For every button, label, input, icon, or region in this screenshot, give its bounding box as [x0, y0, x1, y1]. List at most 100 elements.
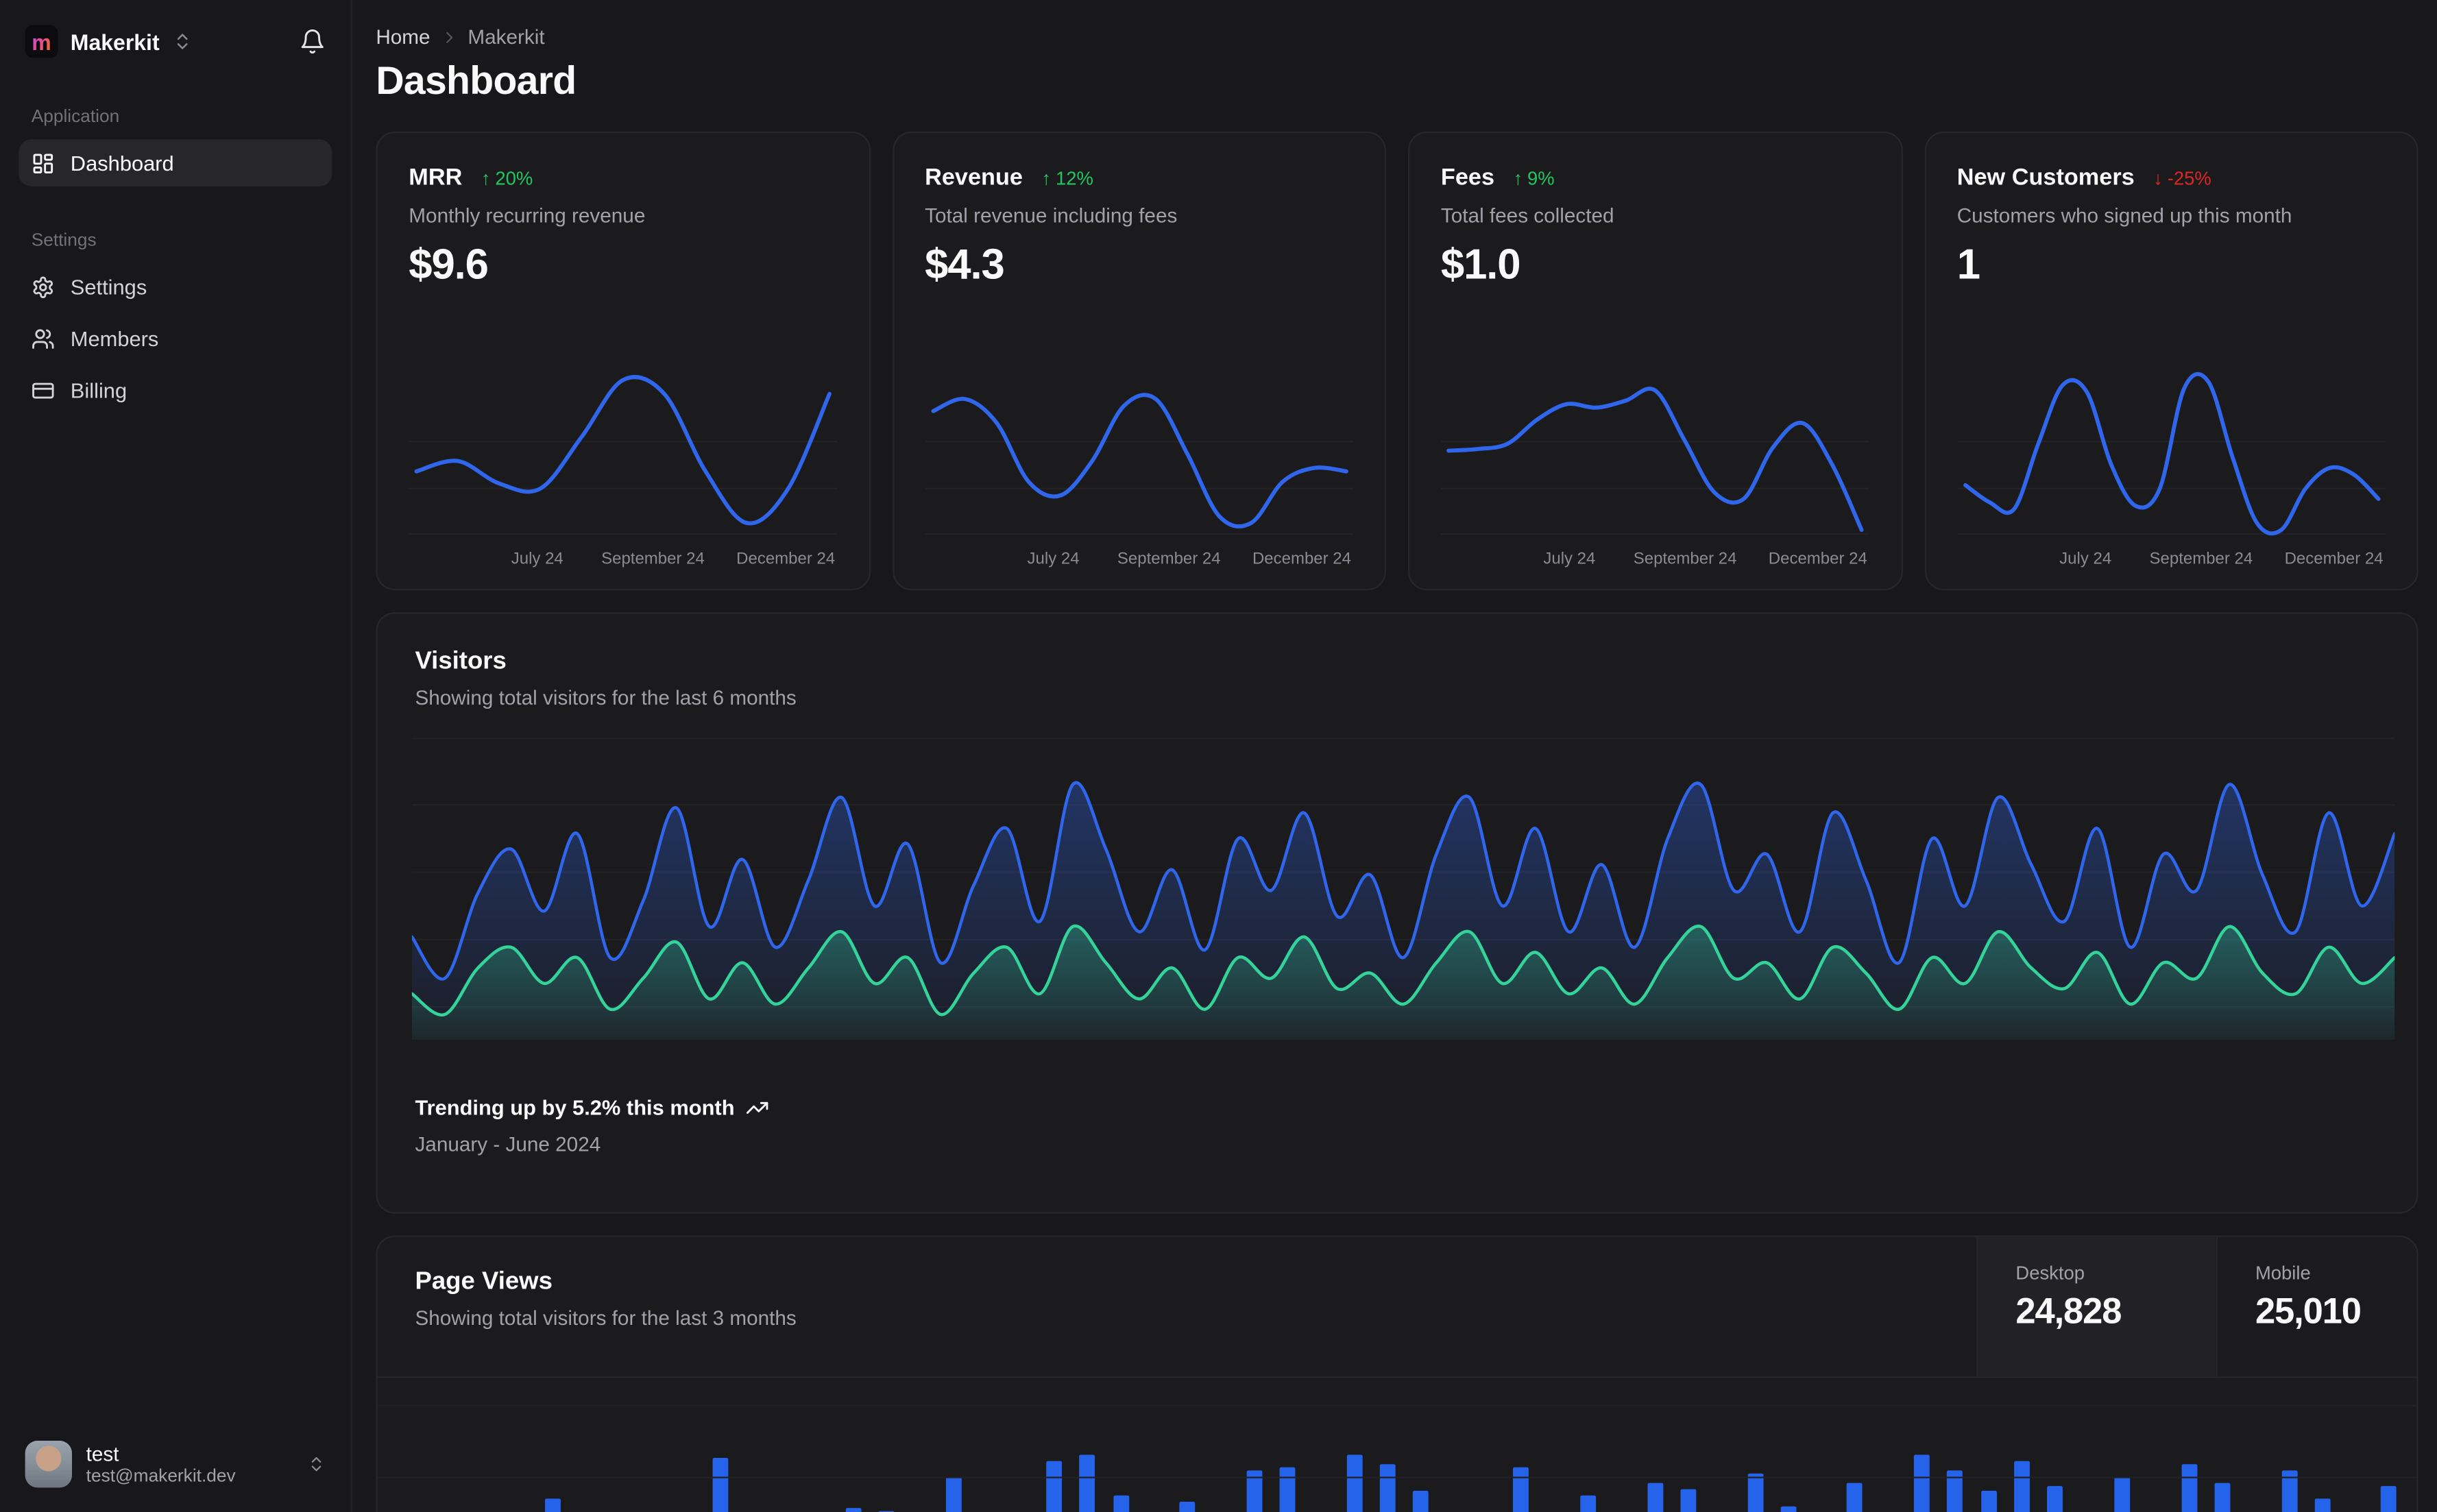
- bar: [1780, 1506, 1797, 1512]
- device-toggles: Desktop 24,828 Mobile 25,010: [1976, 1236, 2416, 1377]
- workspace-selector[interactable]: m Makerkit: [19, 16, 332, 67]
- bar: [1847, 1483, 1863, 1512]
- arrow-up-icon: ↑: [481, 167, 491, 189]
- breadcrumb-home-link[interactable]: Home: [376, 25, 430, 49]
- page-views-panel: Page Views Showing total visitors for th…: [376, 1235, 2418, 1512]
- toggle-desktop[interactable]: Desktop 24,828: [1976, 1236, 2216, 1377]
- x-axis-ticks: July 24 September 24 December 24: [1027, 549, 1351, 569]
- breadcrumb: Home Makerkit: [376, 25, 2418, 49]
- layout-dashboard-icon: [32, 151, 55, 174]
- sidebar-item-label: Members: [70, 326, 159, 350]
- sidebar: m Makerkit Application Dashboard Setting…: [0, 0, 353, 1512]
- card-title: Fees: [1440, 164, 1495, 191]
- chevrons-up-down-icon: [172, 32, 193, 52]
- bar: [2181, 1464, 2197, 1512]
- gear-icon: [32, 275, 55, 298]
- bar: [1980, 1491, 1997, 1512]
- bar: [1279, 1467, 1296, 1512]
- credit-card-icon: [32, 378, 55, 402]
- card-title: MRR: [409, 164, 463, 191]
- stat-cards-row: MRR ↑ 20% Monthly recurring revenue $9.6 …: [376, 131, 2418, 591]
- x-axis-ticks: July 24 September 24 December 24: [2059, 549, 2384, 569]
- users-icon: [32, 326, 55, 350]
- bar: [1346, 1454, 1363, 1512]
- trend-badge: ↓ -25%: [2153, 167, 2211, 189]
- x-axis-ticks: July 24 September 24 December 24: [511, 549, 836, 569]
- card-value: $4.3: [925, 241, 1005, 289]
- visitors-area-chart: [411, 737, 2395, 1040]
- visitors-title: Visitors: [415, 648, 507, 675]
- card-description: Monthly recurring revenue: [409, 204, 646, 228]
- toggle-mobile[interactable]: Mobile 25,010: [2216, 1236, 2416, 1377]
- user-email: test@makerkit.dev: [86, 1467, 236, 1487]
- bar: [712, 1458, 728, 1512]
- bar: [545, 1498, 561, 1512]
- visitors-panel: Visitors Showing total visitors for the …: [376, 612, 2418, 1214]
- chevrons-up-down-icon: [307, 1454, 326, 1473]
- page-views-title: Page Views: [415, 1268, 553, 1295]
- workspace-name: Makerkit: [70, 29, 160, 54]
- sidebar-section-application: Application: [31, 108, 120, 127]
- chevron-right-icon: [439, 27, 458, 46]
- bar: [1046, 1461, 1062, 1512]
- trend-badge: ↑ 9%: [1513, 167, 1555, 189]
- bar: [1079, 1454, 1095, 1512]
- user-name: test: [86, 1442, 119, 1466]
- sparkline-chart: July 24 September 24 December 24: [409, 356, 838, 576]
- arrow-up-icon: ↑: [1041, 167, 1052, 189]
- breadcrumb-current: Makerkit: [468, 25, 545, 49]
- sidebar-item-label: Settings: [70, 274, 147, 299]
- stat-card-fees: Fees ↑ 9% Total fees collected $1.0 July …: [1407, 131, 1902, 591]
- card-value: $1.0: [1440, 241, 1521, 289]
- bar: [2047, 1486, 2063, 1512]
- sidebar-item-billing[interactable]: Billing: [19, 367, 332, 414]
- notifications-bell-icon[interactable]: [299, 28, 326, 55]
- bar: [2114, 1476, 2131, 1512]
- bar: [1747, 1473, 1763, 1512]
- user-menu[interactable]: test test@makerkit.dev: [19, 1431, 332, 1497]
- bar: [2314, 1498, 2331, 1512]
- sparkline-chart: July 24 September 24 December 24: [1440, 356, 1869, 576]
- bar: [1379, 1464, 1396, 1512]
- trend-badge: ↑ 20%: [481, 167, 533, 189]
- arrow-down-icon: ↓: [2153, 167, 2163, 189]
- app-root: m Makerkit Application Dashboard Setting…: [0, 0, 2437, 1512]
- bar: [1179, 1502, 1196, 1512]
- trending-up-icon: [746, 1096, 769, 1119]
- bar: [1914, 1454, 1930, 1512]
- visitors-footer-text: Trending up by 5.2% this month: [415, 1096, 735, 1120]
- sidebar-item-members[interactable]: Members: [19, 315, 332, 362]
- bar: [1680, 1489, 1697, 1512]
- avatar: [25, 1440, 73, 1488]
- stat-card-mrr: MRR ↑ 20% Monthly recurring revenue $9.6 …: [376, 131, 871, 591]
- sidebar-item-dashboard[interactable]: Dashboard: [19, 139, 332, 186]
- page-views-subtitle: Showing total visitors for the last 3 mo…: [415, 1306, 797, 1330]
- sparkline-chart: July 24 September 24 December 24: [1956, 356, 2386, 576]
- page-title: Dashboard: [376, 59, 577, 103]
- visitors-date-range: January - June 2024: [415, 1132, 601, 1156]
- bar: [945, 1476, 962, 1512]
- bar: [1113, 1495, 1129, 1512]
- bar: [2014, 1461, 2030, 1512]
- card-value: $9.6: [409, 241, 489, 289]
- card-title: Revenue: [925, 164, 1023, 191]
- bar: [1580, 1495, 1596, 1512]
- sidebar-item-settings[interactable]: Settings: [19, 263, 332, 310]
- trend-badge: ↑ 12%: [1041, 167, 1093, 189]
- main-content: Home Makerkit Dashboard MRR ↑ 20% Monthly…: [352, 0, 2437, 1512]
- card-description: Total fees collected: [1440, 204, 1614, 228]
- sidebar-section-settings: Settings: [31, 232, 97, 251]
- page-views-bar-chart: [377, 1378, 2417, 1512]
- bar: [1647, 1483, 1663, 1512]
- x-axis-ticks: July 24 September 24 December 24: [1543, 549, 1867, 569]
- bar: [2381, 1486, 2397, 1512]
- card-title: New Customers: [1956, 164, 2135, 191]
- makerkit-logo: m: [25, 25, 58, 58]
- sparkline-chart: July 24 September 24 December 24: [925, 356, 1353, 576]
- sidebar-item-label: Billing: [70, 378, 128, 402]
- card-description: Customers who signed up this month: [1956, 204, 2292, 228]
- bar: [845, 1508, 862, 1512]
- card-description: Total revenue including fees: [925, 204, 1178, 228]
- bar: [1413, 1491, 1429, 1512]
- stat-card-revenue: Revenue ↑ 12% Total revenue including fee…: [892, 131, 1386, 591]
